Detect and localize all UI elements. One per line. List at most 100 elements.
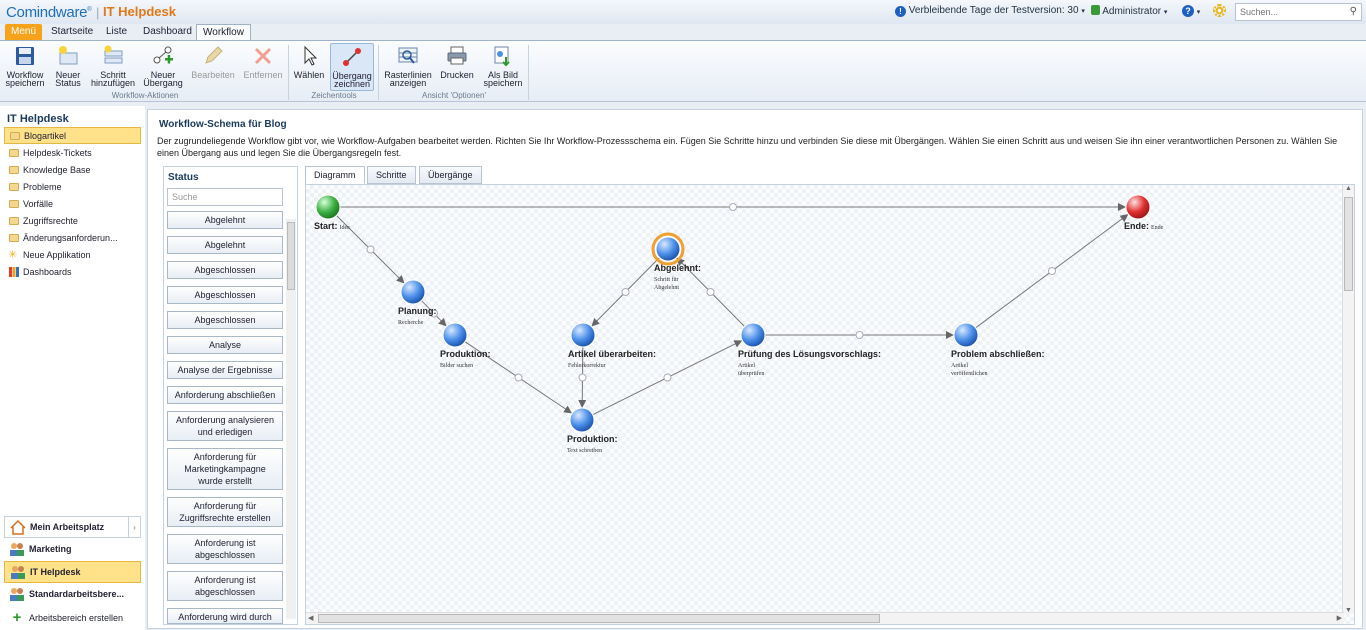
app-title: IT Helpdesk	[103, 4, 176, 19]
create-workspace-button[interactable]: + Arbeitsbereich erstellen	[4, 608, 141, 630]
sidebar-item-dashboards[interactable]: Dashboards	[4, 264, 141, 281]
transition-handle[interactable]	[1048, 267, 1056, 275]
sidebar-item-blogartikel[interactable]: Blogartikel	[4, 127, 141, 144]
search-icon[interactable]: ⚲	[1350, 6, 1357, 17]
print-button[interactable]: Drucken	[438, 43, 476, 80]
status-item[interactable]: Analyse	[167, 336, 283, 354]
workflow-node-abschliessen[interactable]	[953, 322, 979, 348]
workflow-node-planung[interactable]	[400, 279, 426, 305]
help-icon: ?	[1182, 5, 1194, 17]
group-workflow-actions: Workflow-Aktionen	[111, 91, 179, 100]
status-search-input[interactable]: Suche	[167, 188, 283, 206]
status-item[interactable]: Anforderung wird durch	[167, 608, 283, 624]
add-step-button[interactable]: Schritt hinzufügen	[90, 43, 136, 88]
tab-schritte[interactable]: Schritte	[367, 166, 416, 184]
new-transition-button[interactable]: Neuer Übergang	[142, 43, 184, 88]
workflow-diagram[interactable]: Start: Idee Ende: Ende Planung: Recherche Prod…	[305, 184, 1355, 625]
tab-startseite[interactable]: Startseite	[45, 24, 99, 40]
trial-info[interactable]: ! Verbleibende Tage der Testversion: 30 …	[895, 5, 1085, 17]
sidebar-item-aenderungsanforderungen[interactable]: Änderungsanforderun...	[4, 230, 141, 247]
transition-handle[interactable]	[514, 373, 523, 382]
new-status-button[interactable]: Neuer Status	[50, 43, 86, 88]
search-input[interactable]	[1236, 4, 1341, 20]
new-transition-icon	[153, 46, 173, 64]
sparkle-icon: ✳	[8, 249, 18, 261]
sidebar-item-label: Vorfälle	[23, 199, 54, 209]
diagram-horizontal-scrollbar[interactable]: ◀ ▶	[306, 612, 1344, 624]
scroll-left-icon[interactable]: ◀	[308, 614, 313, 622]
save-image-icon	[494, 46, 510, 67]
diagram-horizontal-scrollbar-thumb[interactable]	[318, 614, 880, 623]
diagram-vertical-scrollbar[interactable]: ▲ ▼	[1342, 185, 1354, 614]
tab-diagramm[interactable]: Diagramm	[305, 166, 365, 184]
status-scrollbar-thumb[interactable]	[287, 222, 295, 290]
node-name-label: Start: Idee	[314, 221, 350, 231]
show-grid-button[interactable]: Rasterlinien anzeigen	[382, 43, 434, 88]
status-item[interactable]: Analyse der Ergebnisse	[167, 361, 283, 379]
settings-button[interactable]	[1213, 4, 1226, 20]
tab-dashboard[interactable]: Dashboard	[137, 24, 198, 40]
tab-menu[interactable]: Menü	[5, 24, 43, 40]
tab-uebergaenge[interactable]: Übergänge	[419, 166, 482, 184]
transition-handle[interactable]	[578, 373, 587, 382]
user-menu[interactable]: Administrator ▾	[1091, 5, 1167, 17]
help-menu[interactable]: ? ▾	[1182, 5, 1200, 17]
workflow-node-start[interactable]	[315, 194, 341, 220]
workspace-standardarbeitsbereich[interactable]: Standardarbeitsbere...	[4, 584, 141, 606]
sidebar-item-vorfaelle[interactable]: Vorfälle	[4, 196, 141, 213]
edit-button[interactable]: Bearbeiten	[189, 43, 237, 80]
workflow-node-abgelehnt[interactable]	[655, 236, 681, 262]
workspace-marketing[interactable]: Marketing	[4, 539, 141, 561]
status-item[interactable]: Anforderung ist abgeschlossen	[167, 571, 283, 601]
remove-button[interactable]: Entfernen	[241, 43, 285, 80]
draw-transition-button[interactable]: Übergang zeichnen	[330, 43, 374, 91]
diagram-vertical-scrollbar-thumb[interactable]	[1344, 197, 1353, 291]
sidebar-item-label: Knowledge Base	[23, 165, 91, 175]
scroll-down-icon[interactable]: ▼	[1345, 607, 1352, 614]
workspace-it-helpdesk[interactable]: IT Helpdesk	[4, 561, 141, 583]
node-name-label: Ende: Ende	[1124, 221, 1164, 231]
sidebar-item-label: Blogartikel	[24, 131, 67, 141]
status-scrollbar[interactable]	[286, 219, 296, 619]
page-title: Workflow-Schema für Blog	[159, 119, 287, 130]
workflow-node-pruefung[interactable]	[740, 322, 766, 348]
transition-handle[interactable]	[621, 288, 630, 296]
select-tool-button[interactable]: Wählen	[292, 43, 326, 80]
status-item[interactable]: Anforderung ist abgeschlossen	[167, 534, 283, 564]
workflow-node-ende[interactable]	[1125, 194, 1151, 220]
status-item[interactable]: Anforderung für Zugriffsrechte erstellen	[167, 497, 283, 527]
workflow-node-artikel[interactable]	[570, 322, 596, 348]
status-item[interactable]: Anforderung analysieren und erledigen	[167, 411, 283, 441]
transition-handle[interactable]	[729, 203, 737, 211]
save-workflow-button[interactable]: Workflow speichern	[4, 43, 46, 88]
tab-workflow[interactable]: Workflow	[196, 24, 251, 40]
scroll-right-icon[interactable]: ▶	[1337, 614, 1342, 622]
chevron-right-icon[interactable]: ›	[128, 517, 140, 537]
workspace-mein-arbeitsplatz[interactable]: Mein Arbeitsplatz ›	[4, 516, 141, 538]
status-item[interactable]: Abgeschlossen	[167, 286, 283, 304]
transition-handle[interactable]	[663, 373, 672, 382]
status-item[interactable]: Abgeschlossen	[167, 261, 283, 279]
transition-handle[interactable]	[366, 245, 375, 254]
new-status-icon	[59, 46, 78, 65]
sidebar-item-knowledge-base[interactable]: Knowledge Base	[4, 162, 141, 179]
transition-handle[interactable]	[855, 331, 864, 339]
status-item[interactable]: Anforderung abschließen	[167, 386, 283, 404]
status-item[interactable]: Abgeschlossen	[167, 311, 283, 329]
scroll-up-icon[interactable]: ▲	[1345, 185, 1352, 192]
sidebar-item-neue-applikation[interactable]: ✳ Neue Applikation	[4, 247, 141, 264]
add-step-icon	[104, 45, 123, 64]
sidebar-item-helpdesk-tickets[interactable]: Helpdesk-Tickets	[4, 145, 141, 162]
sidebar-item-zugriffsrechte[interactable]: Zugriffsrechte	[4, 213, 141, 230]
status-item[interactable]: Abgelehnt	[167, 236, 283, 254]
transition-handle[interactable]	[706, 288, 715, 296]
status-item[interactable]: Abgelehnt	[167, 211, 283, 229]
comindware-logo[interactable]: Comindware®	[6, 4, 92, 21]
diagram-canvas[interactable]	[306, 185, 1342, 613]
save-as-image-button[interactable]: Als Bild speichern	[480, 43, 526, 88]
workflow-node-prod1[interactable]	[442, 322, 468, 348]
sidebar-item-probleme[interactable]: Probleme	[4, 179, 141, 196]
workflow-node-prod2[interactable]	[569, 407, 595, 433]
status-item[interactable]: Anforderung für Marketingkampagne wurde …	[167, 448, 283, 490]
tab-liste[interactable]: Liste	[100, 24, 133, 40]
